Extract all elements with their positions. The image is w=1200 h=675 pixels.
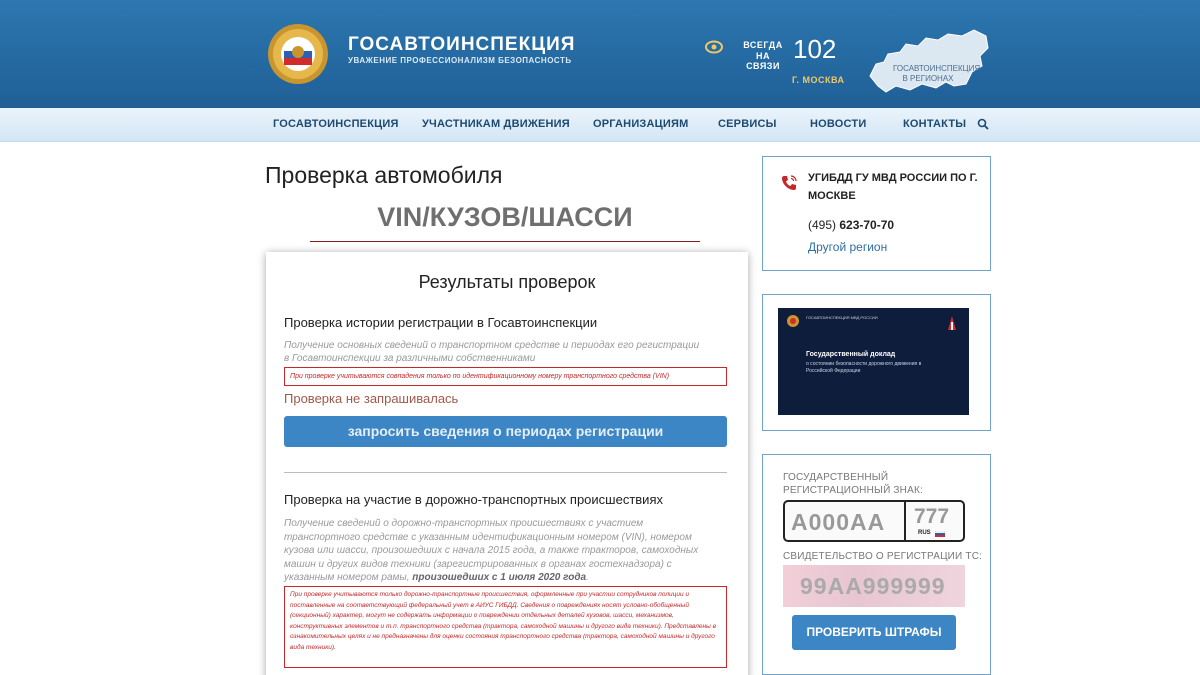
traffic-police-unit-name: УГИБДД ГУ МВД РОССИИ ПО Г. МОСКВЕ <box>808 172 978 202</box>
fines-box: ГОСУДАРСТВЕННЫЙ РЕГИСТРАЦИОННЫЙ ЗНАК: А0… <box>762 454 991 675</box>
nav-item-services[interactable]: СЕРВИСЫ <box>718 118 777 130</box>
section-accidents-title: Проверка на участие в дорожно-транспортн… <box>284 492 663 507</box>
section-accidents-notice: При проверке учитываются только дорожно-… <box>284 586 727 668</box>
check-fines-button[interactable]: ПРОВЕРИТЬ ШТРАФЫ <box>792 615 956 650</box>
section-registration-notice: При проверке учитываются совпадения толь… <box>284 367 727 386</box>
report-org: ГОСАВТОИНСПЕКЦИЯ МВД РОССИИ <box>806 315 878 320</box>
phone-number: 623-70-70 <box>839 218 895 232</box>
russia-flag-icon <box>935 531 945 537</box>
state-report-banner[interactable]: ГОСАВТОИНСПЕКЦИЯ МВД РОССИИ Государствен… <box>778 308 969 415</box>
always-line-1: ВСЕГДА <box>743 40 783 50</box>
cert-label: СВИДЕТЕЛЬСТВО О РЕГИСТРАЦИИ ТС: <box>783 551 983 562</box>
report-box: ГОСАВТОИНСПЕКЦИЯ МВД РОССИИ Государствен… <box>762 294 991 431</box>
plate-number: А000АА <box>791 509 886 535</box>
main-nav: ГОСАВТОИНСПЕКЦИЯ УЧАСТНИКАМ ДВИЖЕНИЯ ОРГ… <box>0 108 1200 142</box>
report-title: Государственный доклад <box>806 351 896 358</box>
section-accidents-date: произошедших с 1 июля 2020 года <box>412 572 587 583</box>
gibdd-emblem-icon[interactable] <box>266 22 330 86</box>
card-title: Результаты проверок <box>418 272 596 292</box>
nav-item-news[interactable]: НОВОСТИ <box>810 118 866 130</box>
results-card: Результаты проверок Проверка истории рег… <box>266 252 748 675</box>
search-icon[interactable] <box>977 118 989 130</box>
nav-item-gosavtoinspection[interactable]: ГОСАВТОИНСПЕКЦИЯ <box>273 118 399 130</box>
nav-item-participants[interactable]: УЧАСТНИКАМ ДВИЖЕНИЯ <box>422 118 570 130</box>
report-emblem-icon <box>787 315 799 327</box>
nav-item-organizations[interactable]: ОРГАНИЗАЦИЯМ <box>593 118 688 130</box>
section-accidents-description-block: Получение сведений о дорожно-транспортны… <box>284 518 699 583</box>
phone-icon <box>782 175 797 190</box>
emergency-number: 102 <box>793 34 837 64</box>
page-title: Проверка автомобиля <box>265 162 503 188</box>
report-subtitle: о состоянии безопасности дорожного движе… <box>806 361 922 374</box>
section-registration-description: Получение основных сведений о транспортн… <box>284 340 700 364</box>
city-label: Г. МОСКВА <box>792 75 845 85</box>
vin-title: VIN/КУЗОВ/ШАССИ <box>377 202 633 232</box>
plate-country: RUS <box>918 530 931 536</box>
phone-code: (495) <box>808 218 837 232</box>
plate-label-line-2: РЕГИСТРАЦИОННЫЙ ЗНАК: <box>783 485 923 496</box>
registration-status: Проверка не запрашивалась <box>284 391 459 406</box>
site-header: ГОСАВТОИНСПЕКЦИЯ УВАЖЕНИЕ ПРОФЕССИОНАЛИЗ… <box>0 0 1200 108</box>
always-line-2: НА СВЯЗИ <box>746 51 780 71</box>
plate-separator <box>904 502 906 540</box>
plate-region: 777 <box>914 505 950 528</box>
license-plate-input[interactable]: А000АА 777 RUS <box>783 500 965 542</box>
cert-number: 99АА999999 <box>800 573 946 599</box>
russia-map-icon[interactable] <box>866 26 992 98</box>
brand-subtitle: УВАЖЕНИЕ ПРОФЕССИОНАЛИЗМ БЕЗОПАСНОСТЬ <box>348 56 572 65</box>
eye-icon[interactable] <box>705 40 723 54</box>
vin-underline <box>310 241 700 242</box>
brand-title[interactable]: ГОСАВТОИНСПЕКЦИЯ <box>348 34 575 56</box>
contact-phone[interactable]: (495) 623-70-70 <box>808 218 894 232</box>
regions-label[interactable]: ГОСАВТОИНСПЕКЦИЯ В РЕГИОНАХ <box>893 64 980 84</box>
report-logo-icon <box>948 316 956 330</box>
plate-label-line-1: ГОСУДАРСТВЕННЫЙ <box>783 472 889 483</box>
nav-item-contacts[interactable]: КОНТАКТЫ <box>903 118 966 130</box>
registration-certificate-input[interactable]: 99АА999999 <box>783 565 965 607</box>
section-divider <box>284 472 727 473</box>
other-region-link[interactable]: Другой регион <box>808 240 887 254</box>
contact-box: УГИБДД ГУ МВД РОССИИ ПО Г. МОСКВЕ (495) … <box>762 156 991 271</box>
request-registration-button[interactable]: запросить сведения о периодах регистраци… <box>284 416 727 447</box>
section-registration-title: Проверка истории регистрации в Госавтоин… <box>284 315 598 330</box>
